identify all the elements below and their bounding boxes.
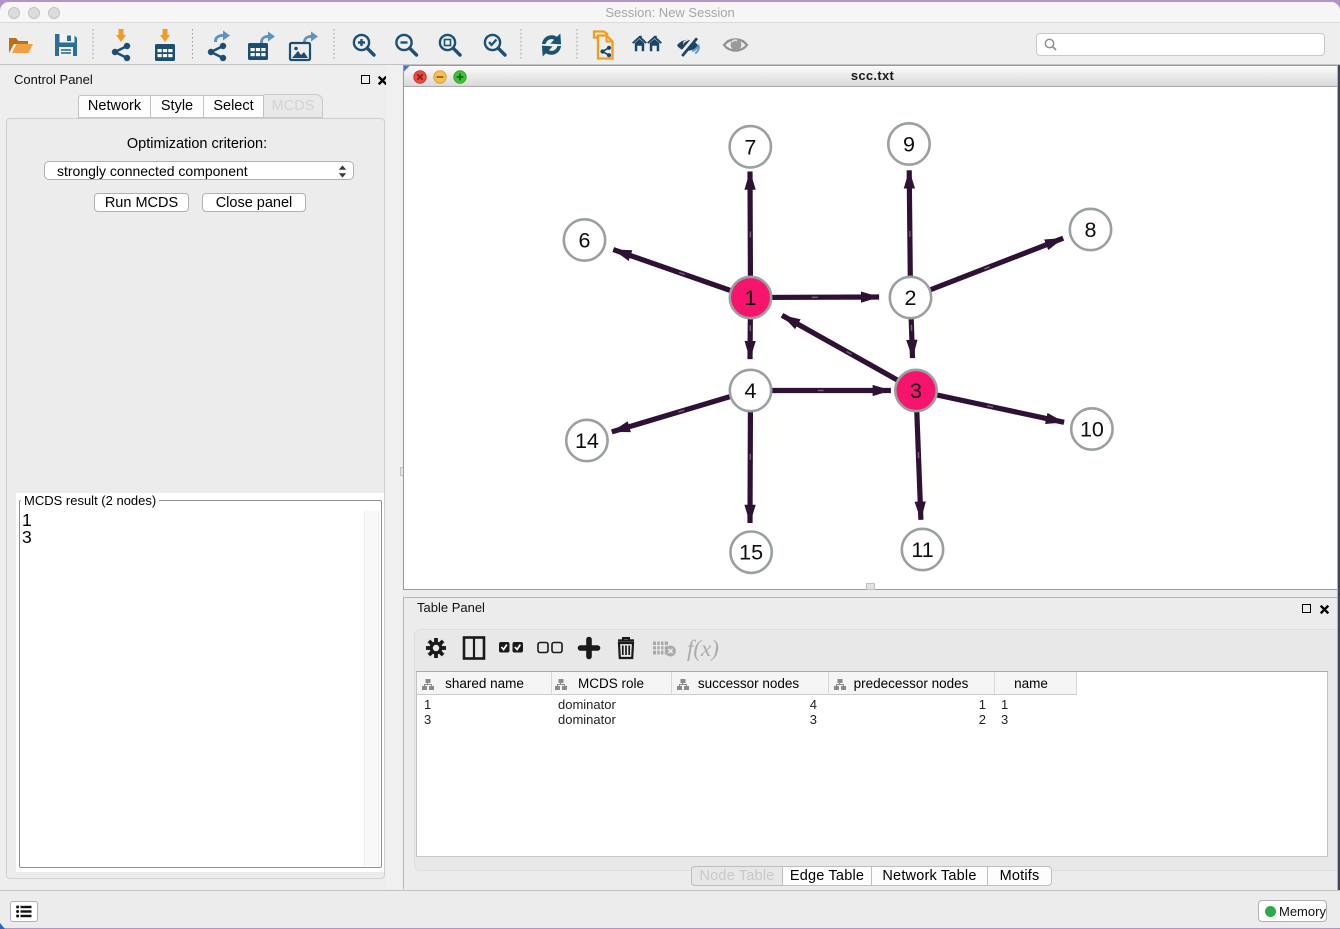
svg-text:8: 8 — [1085, 218, 1097, 242]
svg-text:10: 10 — [1080, 418, 1104, 442]
svg-text:2: 2 — [905, 286, 917, 310]
svg-text:15: 15 — [739, 541, 763, 565]
svg-text:3: 3 — [910, 379, 922, 403]
svg-text:14: 14 — [575, 429, 599, 453]
svg-text:f(x): f(x) — [687, 636, 719, 661]
svg-text:11: 11 — [911, 538, 933, 562]
svg-text:4: 4 — [745, 379, 757, 403]
svg-text:6: 6 — [579, 229, 591, 253]
svg-text:1: 1 — [745, 286, 757, 310]
svg-text:7: 7 — [744, 135, 756, 159]
svg-text:9: 9 — [903, 133, 915, 157]
